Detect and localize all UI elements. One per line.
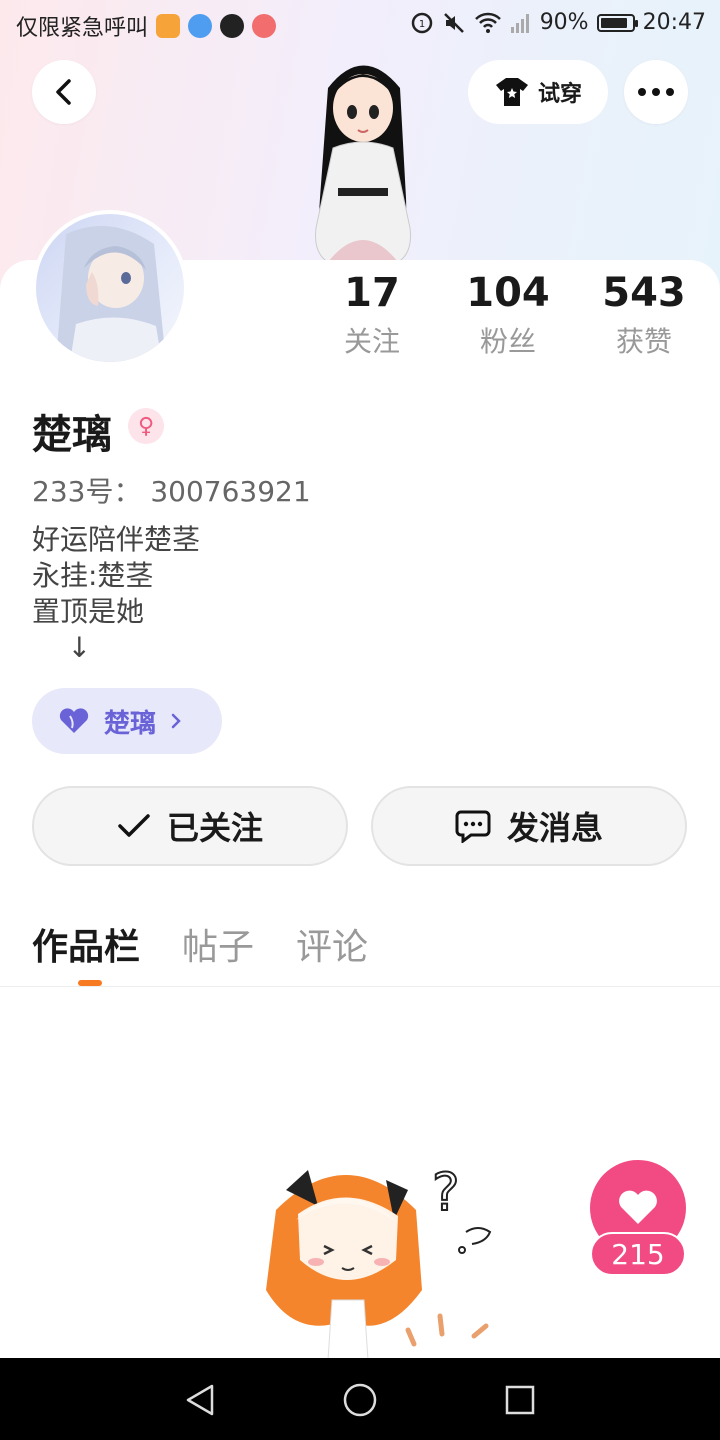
- try-on-label: 试穿: [537, 82, 582, 107]
- system-nav-bar: [0, 1358, 720, 1440]
- message-label: 发消息: [506, 809, 603, 847]
- heart-icon: [59, 708, 89, 733]
- avatar-character-image: [315, 65, 411, 262]
- battery-fill: [600, 17, 628, 28]
- stat-number: 543: [602, 270, 686, 316]
- tabs-divider: [0, 986, 720, 987]
- profile-bio: 好运陪伴楚茎 永挂:楚茎 置顶是她 ↓: [32, 523, 201, 664]
- like-count: 215: [590, 1232, 686, 1276]
- tiktok-icon: [220, 14, 245, 38]
- stat-number: 17: [344, 270, 400, 316]
- tab-works[interactable]: 作品栏: [32, 918, 140, 970]
- browser-app-icon: [188, 14, 213, 38]
- stat-likes[interactable]: 543 获赞: [584, 270, 704, 360]
- status-bar: 仅限紧急呼叫 1 90% 20:47: [0, 0, 720, 50]
- try-on-button[interactable]: 试穿: [468, 60, 608, 124]
- nav-home-button[interactable]: [338, 1378, 382, 1422]
- stat-label: 获赞: [615, 325, 672, 358]
- empty-state-mascot-image: ?: [266, 1162, 492, 1360]
- data-saver-icon: 1: [411, 12, 432, 33]
- follow-label: 已关注: [166, 809, 263, 847]
- stat-label: 粉丝: [479, 325, 536, 358]
- tshirt-icon: [495, 78, 528, 106]
- tab-posts[interactable]: 帖子: [182, 918, 254, 970]
- content-tabs: 作品栏 帖子 评论: [32, 918, 368, 970]
- female-icon: ♀: [128, 408, 164, 444]
- stat-followers[interactable]: 104 粉丝: [448, 270, 568, 360]
- message-button[interactable]: 发消息: [371, 786, 687, 866]
- svg-text:1: 1: [419, 19, 425, 30]
- bilibili-icon: [252, 14, 277, 38]
- follow-button[interactable]: 已关注: [32, 786, 348, 866]
- battery-icon: [596, 13, 638, 32]
- video-app-icon: [156, 14, 181, 38]
- tab-comments[interactable]: 评论: [296, 918, 368, 970]
- clock: 20:47: [642, 10, 706, 35]
- back-button[interactable]: [32, 60, 96, 124]
- fan-group-tag[interactable]: 楚璃: [32, 688, 222, 754]
- nav-back-button[interactable]: [178, 1378, 222, 1422]
- more-button[interactable]: [624, 60, 688, 124]
- carrier-text: 仅限紧急呼叫: [16, 16, 149, 41]
- mute-icon: [443, 12, 464, 33]
- profile-name: 楚璃: [32, 412, 112, 458]
- avatar[interactable]: [32, 210, 188, 366]
- heart-icon: [619, 1190, 657, 1224]
- more-dots-icon: [638, 88, 674, 96]
- check-icon: [118, 814, 150, 837]
- chevron-right-icon: [171, 713, 181, 729]
- nav-recents-button[interactable]: [498, 1378, 542, 1422]
- user-id: 233号： 300763921: [32, 475, 311, 508]
- triangle-back-icon: [186, 1384, 214, 1416]
- square-recents-icon: [505, 1385, 535, 1415]
- avatar-image: [56, 226, 166, 362]
- signal-icon: [510, 13, 529, 33]
- battery-percent: 90%: [539, 10, 589, 35]
- chevron-left-icon: [56, 79, 71, 105]
- wifi-icon: [474, 12, 501, 33]
- chat-bubble-icon: [455, 810, 491, 843]
- stat-number: 104: [466, 270, 550, 316]
- stat-following[interactable]: 17 关注: [312, 270, 432, 360]
- fan-tag-label: 楚璃: [104, 708, 157, 739]
- circle-home-icon: [343, 1383, 377, 1417]
- stat-label: 关注: [343, 325, 400, 358]
- svg-text:?: ?: [432, 1163, 460, 1223]
